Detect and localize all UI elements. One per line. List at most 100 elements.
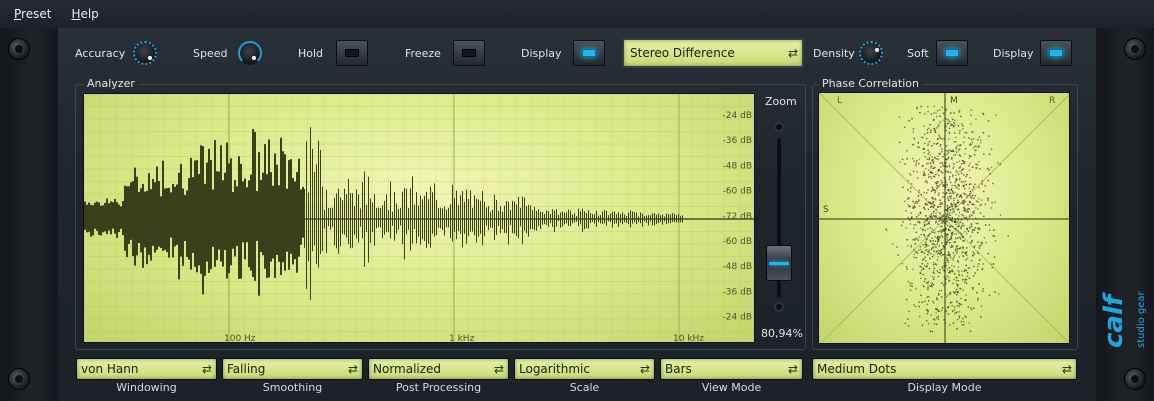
phase-dot xyxy=(940,289,943,292)
phase-dot xyxy=(918,191,920,193)
phase-dot xyxy=(947,196,949,198)
phase-dot xyxy=(959,166,962,168)
spectrum-bar xyxy=(344,219,345,235)
freeze-toggle[interactable] xyxy=(453,40,485,66)
phase-dot xyxy=(972,187,975,189)
phase-dot xyxy=(943,165,945,167)
spectrum-bar xyxy=(176,219,178,245)
spectrum-bar xyxy=(204,183,206,219)
phase-dot xyxy=(982,290,984,292)
phase-dot xyxy=(913,227,915,230)
phase-dot xyxy=(960,303,962,306)
phase-dot xyxy=(948,199,950,201)
spectrum-bar xyxy=(472,219,473,232)
spectrum-bar xyxy=(180,219,182,257)
phase-dot xyxy=(938,109,941,111)
phase-dot xyxy=(937,186,939,188)
phase-dot xyxy=(937,315,940,318)
spectrum-bar xyxy=(286,188,288,219)
phase-dot xyxy=(952,322,955,324)
side-s: S xyxy=(823,205,829,215)
phase-dot xyxy=(927,235,929,237)
phase-dot xyxy=(967,306,970,308)
phase-dot xyxy=(948,149,951,151)
spectrum-bar xyxy=(84,219,86,230)
phase-dot xyxy=(928,268,931,270)
phase-dot xyxy=(927,162,930,164)
phase-dot xyxy=(966,132,968,134)
phase-dot xyxy=(923,252,925,254)
menu-help[interactable]: Help xyxy=(71,7,98,21)
phase-dot xyxy=(943,153,946,156)
phase-dot xyxy=(924,113,926,115)
phase-dot xyxy=(939,252,941,255)
phase-dot xyxy=(965,316,967,319)
spectrum-bar xyxy=(432,219,433,234)
phase-dot xyxy=(952,163,955,165)
phase-dot xyxy=(959,109,961,112)
spectrum-bar xyxy=(498,219,499,227)
hold-toggle[interactable] xyxy=(336,40,368,66)
phase-dot xyxy=(967,267,970,269)
phase-dot xyxy=(927,189,929,191)
phase-dot xyxy=(940,234,943,237)
phase-dot xyxy=(915,164,917,166)
phase-dot xyxy=(950,246,952,248)
mode-select[interactable]: Stereo Difference ⇄ xyxy=(622,38,804,68)
spectrum-bar xyxy=(328,219,329,227)
spectrum-bar xyxy=(202,146,204,219)
accuracy-knob[interactable] xyxy=(133,41,157,65)
scale-select[interactable]: Logarithmic ⇄ xyxy=(514,358,655,380)
phase-dot xyxy=(966,196,968,198)
display2-toggle[interactable] xyxy=(1040,40,1072,66)
post-processing-select[interactable]: Normalized ⇄ xyxy=(368,358,509,380)
phase-dot xyxy=(908,310,910,313)
display-toggle[interactable] xyxy=(573,40,605,66)
speed-knob[interactable] xyxy=(238,41,262,65)
phase-dot xyxy=(907,325,910,327)
led-icon xyxy=(462,49,476,57)
phase-dot xyxy=(958,315,961,317)
display-mode-select[interactable]: Medium Dots ⇄ xyxy=(812,358,1077,380)
phase-dot xyxy=(910,187,912,189)
spectrum-bar xyxy=(646,215,647,219)
spectrum-bar xyxy=(342,219,343,235)
phase-dot xyxy=(975,200,978,202)
phase-dot xyxy=(945,192,948,195)
phase-dot xyxy=(975,163,977,165)
calf-logo: calf studio gear xyxy=(1098,270,1152,350)
spectrum-bar xyxy=(324,209,325,219)
density-knob[interactable] xyxy=(859,41,883,65)
spectrum-bar xyxy=(378,219,379,228)
phase-dot xyxy=(922,285,924,287)
phase-dot xyxy=(976,251,979,253)
phase-dot xyxy=(962,246,964,248)
phase-dot xyxy=(987,199,989,201)
spectrum-bar xyxy=(510,209,511,219)
windowing-select[interactable]: von Hann ⇄ xyxy=(76,358,217,380)
phase-dot xyxy=(928,176,930,178)
menu-preset[interactable]: Preset xyxy=(14,7,51,21)
phase-dot xyxy=(931,202,933,205)
spectrum-bar xyxy=(542,212,543,219)
phase-dot xyxy=(973,212,975,215)
zoom-handle[interactable] xyxy=(766,245,792,281)
view-mode-select[interactable]: Bars ⇄ xyxy=(660,358,803,380)
smoothing-select[interactable]: Falling ⇄ xyxy=(222,358,363,380)
spectrum-bar xyxy=(442,219,443,230)
spectrum-bar xyxy=(492,209,493,219)
spectrum-bar xyxy=(524,219,525,231)
phase-dot xyxy=(945,256,947,259)
phase-dot xyxy=(946,165,949,168)
spectrum-bar xyxy=(258,219,260,296)
spectrum-bar xyxy=(334,219,335,246)
spectrum-bar xyxy=(282,219,284,263)
phase-dot xyxy=(915,224,917,226)
soft-toggle[interactable] xyxy=(936,40,968,66)
spectrum-bar xyxy=(140,219,142,253)
spectrum-bar xyxy=(418,205,419,219)
phase-dot xyxy=(954,241,957,243)
phase-dot xyxy=(930,190,933,192)
db-tick-label: -24 dB xyxy=(723,111,752,121)
phase-dot xyxy=(967,195,969,197)
